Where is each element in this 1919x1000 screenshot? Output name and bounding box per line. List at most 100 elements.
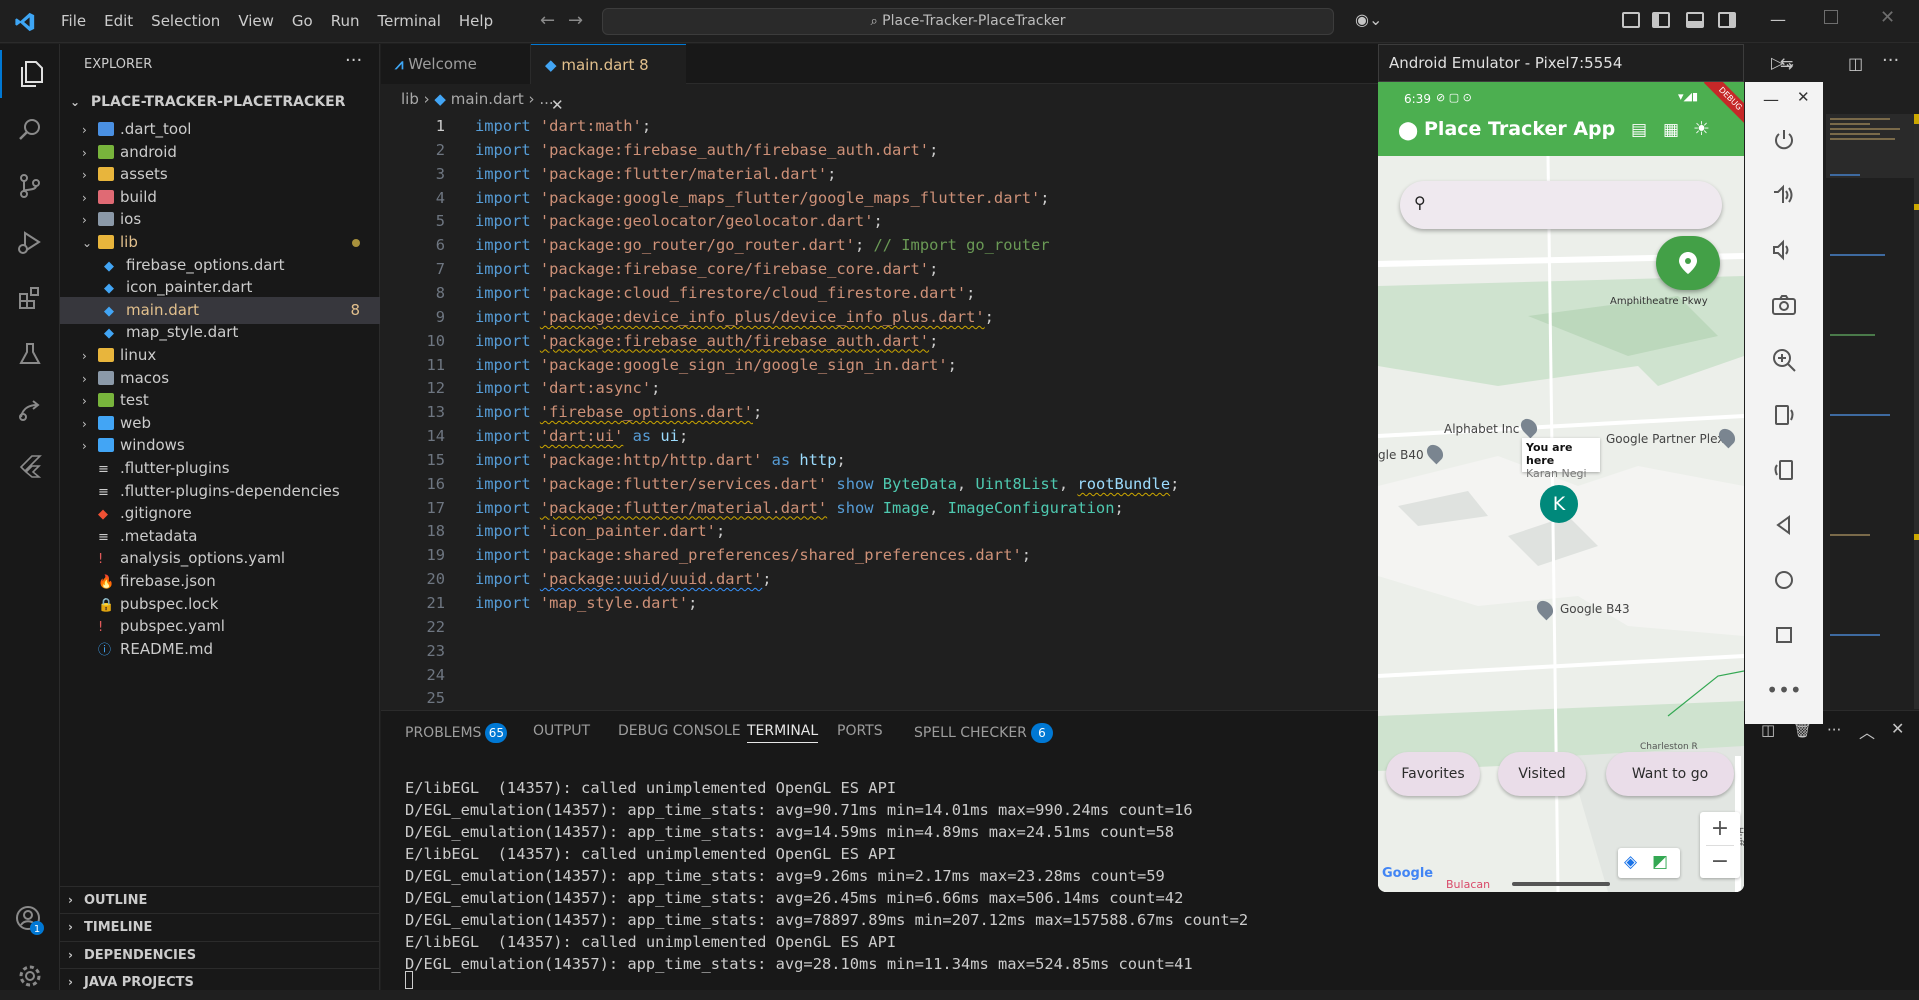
minimize-icon[interactable]: — <box>1770 10 1786 29</box>
user-avatar-marker[interactable]: K <box>1540 485 1578 523</box>
extensions-icon[interactable] <box>0 274 60 322</box>
source-control-icon[interactable] <box>0 162 60 210</box>
minimize-icon[interactable]: — <box>1763 90 1779 109</box>
minimap[interactable] <box>1826 114 1919 709</box>
close-window-icon[interactable]: ✕ <box>1880 7 1895 28</box>
code-line[interactable]: import 'dart:math'; <box>475 114 651 138</box>
maximize-panel-icon[interactable]: ︿ <box>1859 719 1875 743</box>
more-actions-icon[interactable]: ··· <box>1827 721 1841 739</box>
panel-tab-terminal[interactable]: TERMINAL <box>747 723 819 743</box>
breadcrumb-symbol[interactable]: ... <box>539 90 553 108</box>
panel-tab-spell-checker[interactable]: SPELL CHECKER 6 <box>914 723 1053 743</box>
zoom-in-button[interactable]: + <box>1700 812 1740 845</box>
tab-welcome[interactable]: ⩘ Welcome <box>381 44 531 84</box>
rotate-left-icon[interactable] <box>1745 387 1823 442</box>
section-dependencies[interactable]: › DEPENDENCIES <box>60 940 380 968</box>
place-search-input[interactable]: ⚲ <box>1400 181 1722 229</box>
zoom-icon[interactable] <box>1745 332 1823 387</box>
back-arrow-icon[interactable]: ← <box>540 10 555 31</box>
account-icon[interactable]: 1 <box>0 896 60 944</box>
command-center-search[interactable]: ⌕ Place-Tracker-PlaceTracker <box>602 8 1334 35</box>
run-debug-icon[interactable] <box>0 218 60 266</box>
open-changes-icon[interactable]: ⇆ <box>1780 54 1793 73</box>
code-line[interactable]: import 'package:device_info_plus/device_… <box>475 305 994 329</box>
code-line[interactable]: import 'package:shared_preferences/share… <box>475 543 1031 567</box>
search-icon[interactable] <box>0 106 60 154</box>
code-line[interactable]: import 'package:uuid/uuid.dart'; <box>475 567 772 591</box>
overview-icon[interactable] <box>1745 607 1823 662</box>
menu-item-terminal[interactable]: Terminal <box>369 12 450 30</box>
gesture-bar[interactable] <box>1512 882 1610 886</box>
split-editor-icon[interactable]: ◫ <box>1848 54 1863 73</box>
home-icon[interactable] <box>1745 552 1823 607</box>
testing-icon[interactable] <box>0 330 60 378</box>
panel-tab-ports[interactable]: PORTS <box>837 723 883 739</box>
want-to-go-chip[interactable]: Want to go <box>1606 752 1734 796</box>
visited-chip[interactable]: Visited <box>1498 752 1586 796</box>
settings-gear-icon[interactable] <box>0 952 60 1000</box>
code-line[interactable]: import 'icon_painter.dart'; <box>475 519 725 543</box>
toggle-panel-icon[interactable] <box>1686 12 1704 28</box>
more-actions-icon[interactable]: ··· <box>345 50 362 71</box>
toggle-sidebar-icon[interactable] <box>1652 12 1670 28</box>
remote-explorer-icon[interactable] <box>0 386 60 434</box>
workspace-root[interactable]: ⌄ PLACE-TRACKER-PLACETRACKER <box>60 89 380 116</box>
restore-icon[interactable] <box>1824 10 1838 24</box>
forward-arrow-icon[interactable]: → <box>568 10 583 31</box>
tab-main-dart[interactable]: ◆ main.dart 8 ✕ <box>531 44 686 114</box>
code-line[interactable]: import 'package:cloud_firestore/cloud_fi… <box>475 281 975 305</box>
menu-item-file[interactable]: File <box>52 12 95 30</box>
back-icon[interactable] <box>1745 497 1823 552</box>
volume-up-icon[interactable] <box>1745 167 1823 222</box>
code-line[interactable]: import 'package:google_sign_in/google_si… <box>475 353 957 377</box>
theme-brightness-icon[interactable]: ☀ <box>1693 118 1710 140</box>
breadcrumb-file[interactable]: main.dart <box>451 90 524 108</box>
layout-customize-icon[interactable] <box>1622 12 1640 28</box>
code-line[interactable]: import 'map_style.dart'; <box>475 591 697 615</box>
table-icon[interactable]: ▦ <box>1663 120 1679 140</box>
emulator-screen[interactable]: 6:39 ⊘ ▢ ⊙ ▾◢▮ DEBUG ⬤ Place Tracker App… <box>1378 82 1744 892</box>
volume-down-icon[interactable] <box>1745 222 1823 277</box>
code-line[interactable]: import 'package:flutter/material.dart' s… <box>475 496 1124 520</box>
code-line[interactable]: import 'package:firebase_core/firebase_c… <box>475 257 938 281</box>
rotate-right-icon[interactable] <box>1745 442 1823 497</box>
chat-icon[interactable]: ▤ <box>1631 120 1647 140</box>
menu-item-edit[interactable]: Edit <box>95 12 142 30</box>
favorites-chip[interactable]: Favorites <box>1386 752 1480 796</box>
close-icon[interactable]: ✕ <box>1797 88 1810 106</box>
code-line[interactable]: import 'dart:ui' as ui; <box>475 424 688 448</box>
explorer-icon[interactable] <box>0 50 60 98</box>
code-line[interactable]: import 'dart:async'; <box>475 376 660 400</box>
menu-item-run[interactable]: Run <box>322 12 369 30</box>
code-line[interactable]: import 'package:go_router/go_router.dart… <box>475 233 1050 257</box>
my-location-button[interactable] <box>1656 236 1720 290</box>
section-outline[interactable]: › OUTLINE <box>60 886 380 913</box>
more-icon[interactable]: ••• <box>1745 662 1823 717</box>
panel-tab-output[interactable]: OUTPUT <box>533 723 590 739</box>
menu-item-view[interactable]: View <box>229 12 283 30</box>
section-timeline[interactable]: › TIMELINE <box>60 913 380 940</box>
menu-item-go[interactable]: Go <box>283 12 322 30</box>
zoom-out-button[interactable]: − <box>1700 845 1740 878</box>
menu-item-help[interactable]: Help <box>450 12 502 30</box>
toggle-secondary-sidebar-icon[interactable] <box>1718 12 1736 28</box>
power-icon[interactable] <box>1745 112 1823 167</box>
code-line[interactable]: import 'package:google_maps_flutter/goog… <box>475 186 1050 210</box>
flutter-icon[interactable] <box>0 442 60 490</box>
google-maps-icon[interactable]: ◩ <box>1652 852 1668 872</box>
close-panel-icon[interactable]: ✕ <box>1891 719 1904 738</box>
more-actions-icon[interactable]: ··· <box>1882 50 1899 71</box>
code-line[interactable]: import 'package:http/http.dart' as http; <box>475 448 846 472</box>
code-editor[interactable]: 1 import 'dart:math'; 2 import 'package:fir… <box>381 114 1381 709</box>
code-line[interactable]: import 'package:flutter/services.dart' s… <box>475 472 1179 496</box>
camera-icon[interactable] <box>1745 277 1823 332</box>
panel-tab-debug-console[interactable]: DEBUG CONSOLE <box>618 723 741 739</box>
panel-tab-problems[interactable]: PROBLEMS 65 <box>405 723 508 743</box>
code-line[interactable]: import 'package:firebase_auth/firebase_a… <box>475 329 938 353</box>
code-line[interactable]: import 'package:firebase_auth/firebase_a… <box>475 138 938 162</box>
copilot-icon[interactable]: ◉⌄ <box>1355 10 1382 29</box>
section-java-projects[interactable]: › JAVA PROJECTS <box>60 968 380 995</box>
breadcrumb-folder[interactable]: lib <box>401 90 419 108</box>
file-readme-md[interactable]: ⓘ README.md <box>60 636 380 663</box>
menu-item-selection[interactable]: Selection <box>142 12 229 30</box>
